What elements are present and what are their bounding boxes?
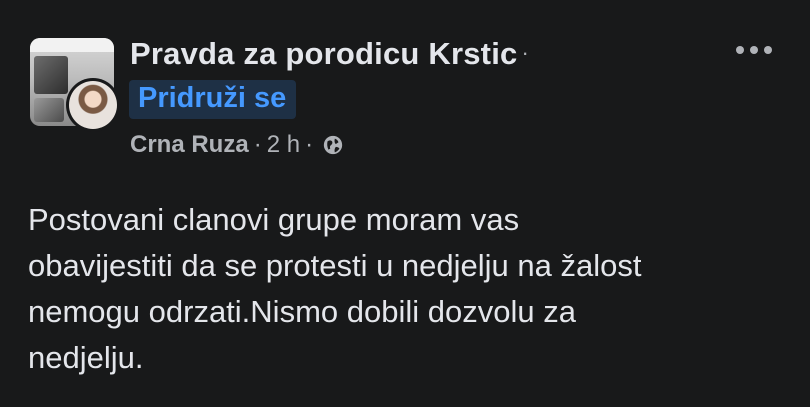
post-meta: Crna Ruza · 2 h ·	[130, 131, 344, 159]
globe-icon[interactable]	[322, 134, 344, 156]
group-post: Pravda za porodicu Krstic · Pridruži se C…	[0, 0, 810, 407]
post-body-line: Postovani clanovi grupe moram vas	[28, 202, 520, 237]
thumbnail-header-strip	[30, 38, 114, 52]
post-body-line: nedjelju.	[28, 340, 144, 375]
thumbnail-photo	[34, 56, 68, 94]
avatar-image	[69, 81, 117, 129]
meta-separator: ·	[253, 131, 262, 158]
post-timestamp[interactable]: 2 h	[267, 131, 300, 159]
title-separator: ·	[521, 40, 529, 65]
author-avatar[interactable]	[66, 78, 120, 132]
thumbnail-photo	[34, 98, 64, 122]
post-body-line: nemogu odrzati.Nismo dobili dozvolu za	[28, 294, 576, 329]
author-name-link[interactable]: Crna Ruza	[130, 131, 249, 159]
meta-separator: ·	[305, 131, 314, 158]
more-dot	[750, 46, 758, 54]
post-header: Pravda za porodicu Krstic ·	[130, 36, 529, 72]
join-group-button[interactable]: Pridruži se	[129, 80, 297, 119]
more-options-icon[interactable]	[735, 40, 773, 58]
more-dot	[764, 46, 772, 54]
post-body: Postovani clanovi grupe moram vas obavij…	[28, 197, 788, 381]
more-dot	[736, 46, 744, 54]
group-name-link[interactable]: Pravda za porodicu Krstic	[130, 36, 517, 71]
post-body-line: obavijestiti da se protesti u nedjelju n…	[28, 248, 642, 283]
